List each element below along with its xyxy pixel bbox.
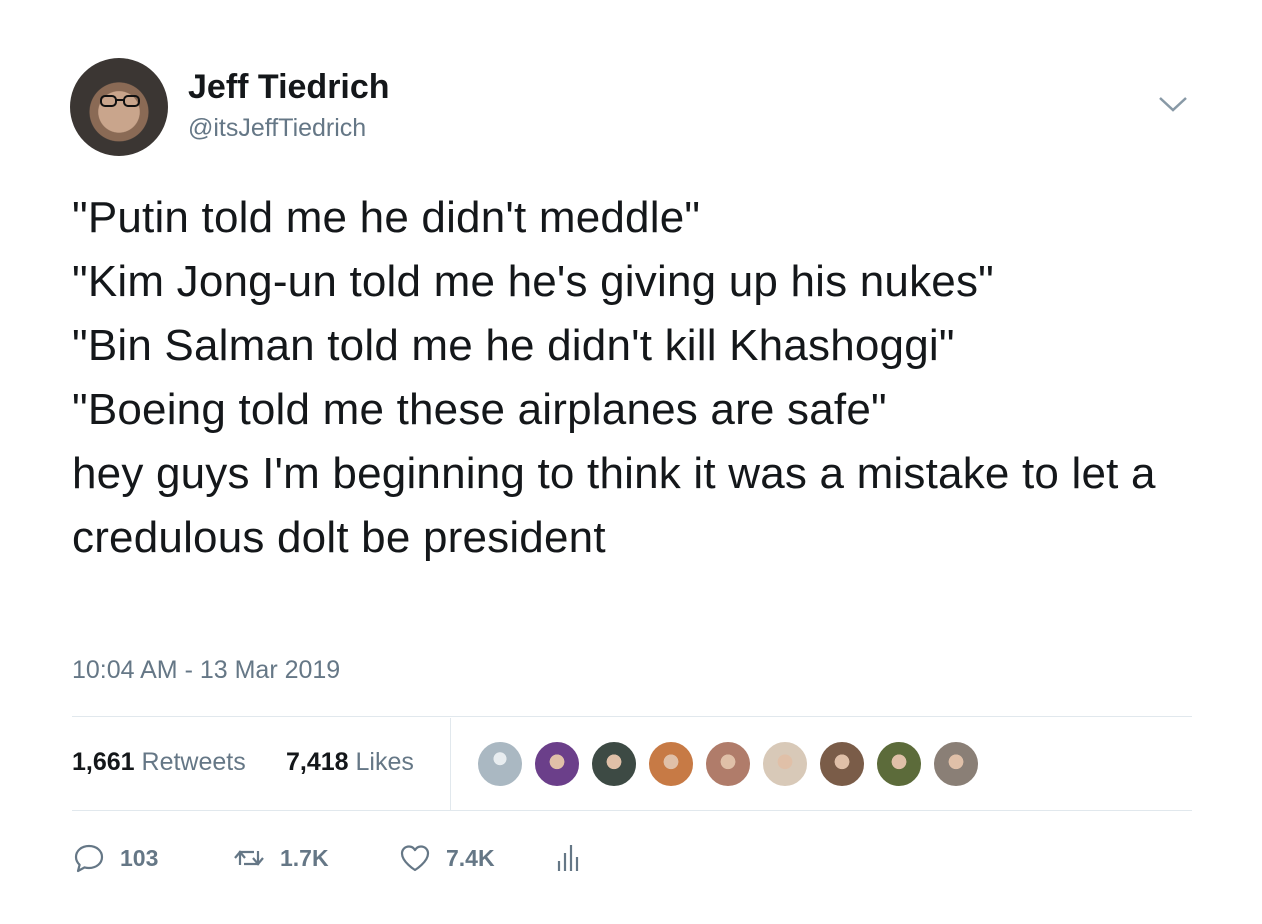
retweets-stat[interactable]: 1,661 Retweets bbox=[72, 748, 246, 777]
avatar-man[interactable] bbox=[932, 740, 980, 788]
avatar-glasses[interactable] bbox=[704, 740, 752, 788]
avatar-default[interactable] bbox=[476, 740, 524, 788]
avatar-green[interactable] bbox=[875, 740, 923, 788]
likes-count: 7,418 bbox=[286, 748, 349, 776]
user-avatar[interactable] bbox=[70, 58, 168, 156]
tweet-text: "Putin told me he didn't meddle" "Kim Jo… bbox=[72, 193, 1156, 562]
retweet-button[interactable]: 1.7K bbox=[232, 836, 329, 880]
engagement-stats: 1,661 Retweets 7,418 Likes bbox=[72, 718, 1192, 810]
stats-separator bbox=[450, 718, 451, 810]
tweet-header: Jeff Tiedrich @itsJeffTiedrich bbox=[70, 58, 1190, 158]
retweets-label: Retweets bbox=[141, 748, 246, 776]
heart-icon bbox=[400, 845, 430, 872]
reply-icon bbox=[74, 844, 104, 873]
likes-stat[interactable]: 7,418 Likes bbox=[286, 748, 414, 777]
avatar-figure[interactable] bbox=[761, 740, 809, 788]
retweets-count: 1,661 bbox=[72, 748, 135, 776]
action-bar: 103 1.7K 7.4K bbox=[72, 836, 672, 880]
like-button[interactable]: 7.4K bbox=[398, 836, 495, 880]
retweet-count: 1.7K bbox=[280, 844, 329, 871]
glasses-icon bbox=[100, 95, 140, 107]
tweet-timestamp[interactable]: 10:04 AM - 13 Mar 2019 bbox=[72, 656, 340, 685]
analytics-button[interactable] bbox=[550, 836, 584, 880]
user-handle[interactable]: @itsJeffTiedrich bbox=[188, 114, 366, 143]
avatar-woman[interactable] bbox=[647, 740, 695, 788]
reply-count: 103 bbox=[120, 844, 159, 871]
avatar-purple[interactable] bbox=[533, 740, 581, 788]
analytics-icon bbox=[557, 845, 579, 871]
divider-top bbox=[72, 716, 1192, 717]
divider-bottom bbox=[72, 810, 1192, 811]
reply-button[interactable]: 103 bbox=[72, 836, 158, 880]
display-name[interactable]: Jeff Tiedrich bbox=[188, 68, 390, 107]
like-count: 7.4K bbox=[446, 844, 495, 871]
chevron-down-icon[interactable] bbox=[1156, 90, 1190, 118]
avatar-brown[interactable] bbox=[818, 740, 866, 788]
avatar-dark[interactable] bbox=[590, 740, 638, 788]
likes-label: Likes bbox=[355, 748, 414, 776]
retweet-icon bbox=[234, 850, 264, 866]
